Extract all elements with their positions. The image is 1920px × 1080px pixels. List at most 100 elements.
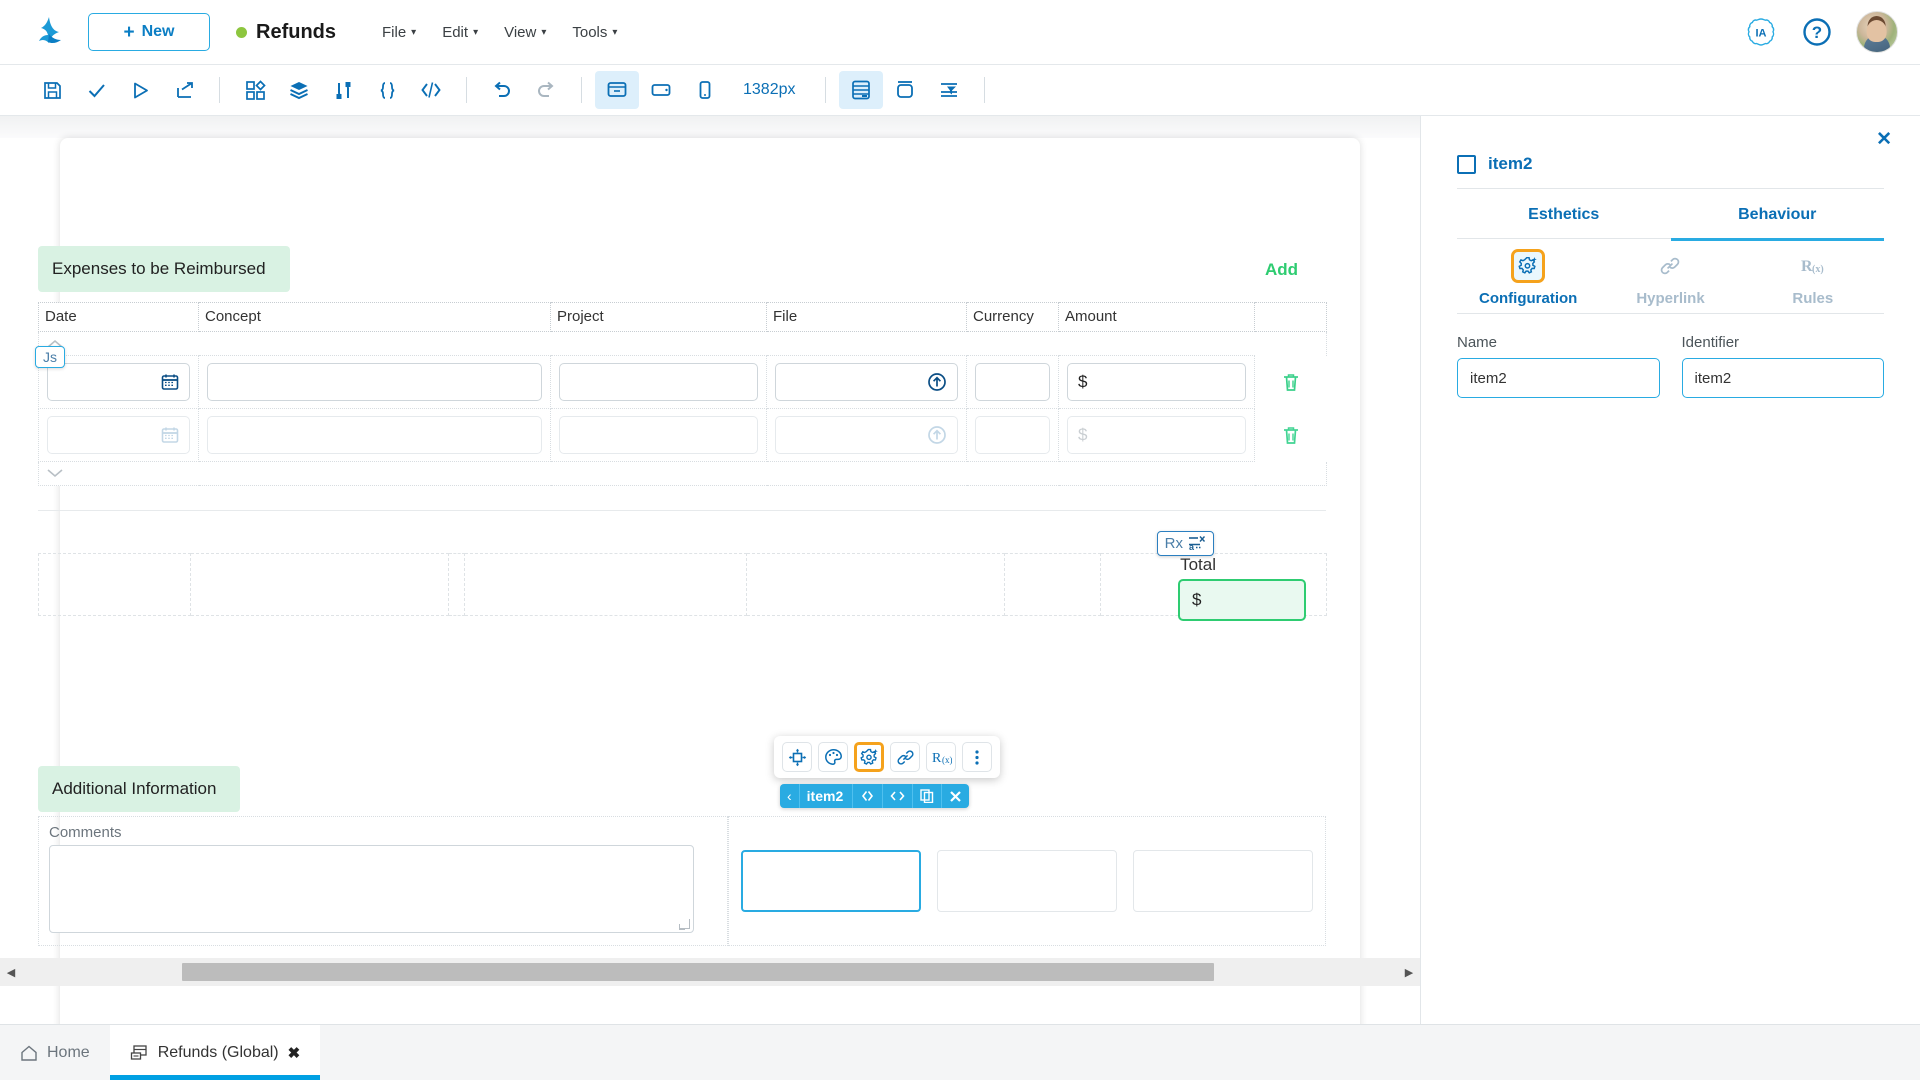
row-collapse-down-icon[interactable] bbox=[39, 462, 1327, 486]
close-icon[interactable] bbox=[942, 784, 969, 808]
help-icon[interactable]: ? bbox=[1800, 15, 1834, 49]
cell-project[interactable] bbox=[551, 356, 767, 409]
add-expense-link[interactable]: Add bbox=[1265, 260, 1298, 280]
save-icon[interactable] bbox=[30, 71, 74, 109]
rules-rx-icon[interactable]: R(x) bbox=[926, 742, 956, 772]
redo-icon[interactable] bbox=[524, 71, 568, 109]
app-logo-icon[interactable] bbox=[30, 12, 70, 52]
item-box[interactable] bbox=[937, 850, 1117, 912]
hyperlink-icon[interactable] bbox=[890, 742, 920, 772]
menu-tools[interactable]: Tools ▾ bbox=[572, 24, 617, 41]
braces-icon[interactable] bbox=[365, 71, 409, 109]
table-row[interactable] bbox=[39, 462, 1327, 486]
menu-file[interactable]: File ▾ bbox=[382, 24, 416, 41]
menu-edit[interactable]: Edit ▾ bbox=[442, 24, 478, 41]
js-script-badge[interactable]: Js bbox=[35, 346, 65, 368]
date-input[interactable] bbox=[47, 416, 190, 454]
upload-circle-icon[interactable] bbox=[927, 425, 947, 445]
publish-export-icon[interactable] bbox=[162, 71, 206, 109]
element-select-checkbox[interactable] bbox=[1457, 155, 1476, 174]
tab-behaviour[interactable]: Behaviour bbox=[1671, 189, 1885, 241]
file-input[interactable] bbox=[775, 416, 958, 454]
code-icon[interactable] bbox=[409, 71, 453, 109]
table-row[interactable] bbox=[39, 332, 1327, 356]
item-box[interactable] bbox=[1133, 850, 1313, 912]
cell-concept[interactable] bbox=[199, 356, 551, 409]
calendar-icon[interactable] bbox=[161, 426, 179, 444]
validate-check-icon[interactable] bbox=[74, 71, 118, 109]
concept-input[interactable] bbox=[207, 416, 542, 454]
hyperlink-icon bbox=[1653, 249, 1687, 283]
identifier-input[interactable]: item2 bbox=[1682, 358, 1885, 398]
duplicate-icon[interactable] bbox=[913, 784, 942, 808]
amount-input[interactable]: $ bbox=[1067, 363, 1246, 401]
table-row[interactable]: $ bbox=[39, 409, 1327, 462]
undo-icon[interactable] bbox=[480, 71, 524, 109]
calendar-icon[interactable] bbox=[161, 373, 179, 391]
move-icon[interactable] bbox=[782, 742, 812, 772]
table-row[interactable]: $ bbox=[39, 356, 1327, 409]
chevron-left-icon[interactable]: ‹ bbox=[780, 784, 800, 808]
cell-currency[interactable] bbox=[967, 409, 1059, 462]
cell-file[interactable] bbox=[767, 356, 967, 409]
cell-amount[interactable]: $ bbox=[1059, 356, 1255, 409]
palette-icon[interactable] bbox=[818, 742, 848, 772]
layout-rows-icon[interactable] bbox=[839, 71, 883, 109]
amount-input[interactable]: $ bbox=[1067, 416, 1246, 454]
data-flow-icon[interactable] bbox=[321, 71, 365, 109]
container-icon[interactable] bbox=[883, 71, 927, 109]
mobile-view-icon[interactable] bbox=[683, 71, 727, 109]
scroll-left-arrow[interactable]: ◀ bbox=[0, 966, 22, 979]
currency-input[interactable] bbox=[975, 363, 1050, 401]
concept-input[interactable] bbox=[207, 363, 542, 401]
cell-currency[interactable] bbox=[967, 356, 1059, 409]
components-grid-icon[interactable] bbox=[233, 71, 277, 109]
subtab-configuration[interactable]: Configuration bbox=[1457, 249, 1599, 307]
scroll-right-arrow[interactable]: ▶ bbox=[1398, 966, 1420, 979]
form-filter-icon[interactable] bbox=[927, 71, 971, 109]
element-tag-name[interactable]: item2 bbox=[800, 784, 854, 808]
rx-formula-badge[interactable]: Rx a bbox=[1157, 531, 1214, 556]
cell-amount[interactable]: $ bbox=[1059, 409, 1255, 462]
svg-text:R: R bbox=[932, 751, 942, 766]
cell-project[interactable] bbox=[551, 409, 767, 462]
row-collapse-up-icon[interactable] bbox=[39, 332, 1327, 356]
avatar[interactable] bbox=[1856, 11, 1898, 53]
run-play-icon[interactable] bbox=[118, 71, 162, 109]
upload-circle-icon[interactable] bbox=[927, 372, 947, 392]
name-input[interactable]: item2 bbox=[1457, 358, 1660, 398]
subtab-rules[interactable]: R(x) Rules bbox=[1742, 249, 1884, 307]
project-input[interactable] bbox=[559, 363, 758, 401]
menu-view[interactable]: View ▾ bbox=[504, 24, 546, 41]
trash-icon[interactable] bbox=[1263, 372, 1319, 393]
ia-assistant-icon[interactable]: IA bbox=[1744, 15, 1778, 49]
new-button[interactable]: + New bbox=[88, 13, 210, 51]
comments-textarea[interactable] bbox=[49, 845, 694, 933]
more-options-icon[interactable] bbox=[962, 742, 992, 772]
scrollbar-thumb[interactable] bbox=[182, 963, 1214, 981]
resize-icon[interactable] bbox=[853, 784, 883, 808]
layers-stack-icon[interactable] bbox=[277, 71, 321, 109]
total-value-field[interactable]: $ bbox=[1178, 579, 1306, 621]
code-icon[interactable] bbox=[883, 784, 913, 808]
close-icon[interactable]: ✕ bbox=[1876, 130, 1892, 149]
desktop-view-icon[interactable] bbox=[595, 71, 639, 109]
date-input[interactable] bbox=[47, 363, 190, 401]
file-input[interactable] bbox=[775, 363, 958, 401]
footer-tab-home[interactable]: Home bbox=[0, 1025, 110, 1080]
tablet-view-icon[interactable] bbox=[639, 71, 683, 109]
trash-icon[interactable] bbox=[1263, 425, 1319, 446]
form-canvas[interactable]: Expenses to be Reimbursed Add Js Date bbox=[0, 116, 1420, 1024]
cell-file[interactable] bbox=[767, 409, 967, 462]
tab-esthetics[interactable]: Esthetics bbox=[1457, 189, 1671, 241]
horizontal-scrollbar[interactable]: ◀ ▶ bbox=[0, 958, 1420, 986]
configuration-gear-icon[interactable] bbox=[854, 742, 884, 772]
cell-concept[interactable] bbox=[199, 409, 551, 462]
footer-tab-refunds[interactable]: Refunds (Global) ✖ bbox=[110, 1025, 321, 1080]
item-box-selected[interactable] bbox=[741, 850, 921, 912]
currency-input[interactable] bbox=[975, 416, 1050, 454]
cell-date[interactable] bbox=[39, 409, 199, 462]
project-input[interactable] bbox=[559, 416, 758, 454]
close-icon[interactable]: ✖ bbox=[288, 1044, 301, 1062]
subtab-hyperlink[interactable]: Hyperlink bbox=[1599, 249, 1741, 307]
